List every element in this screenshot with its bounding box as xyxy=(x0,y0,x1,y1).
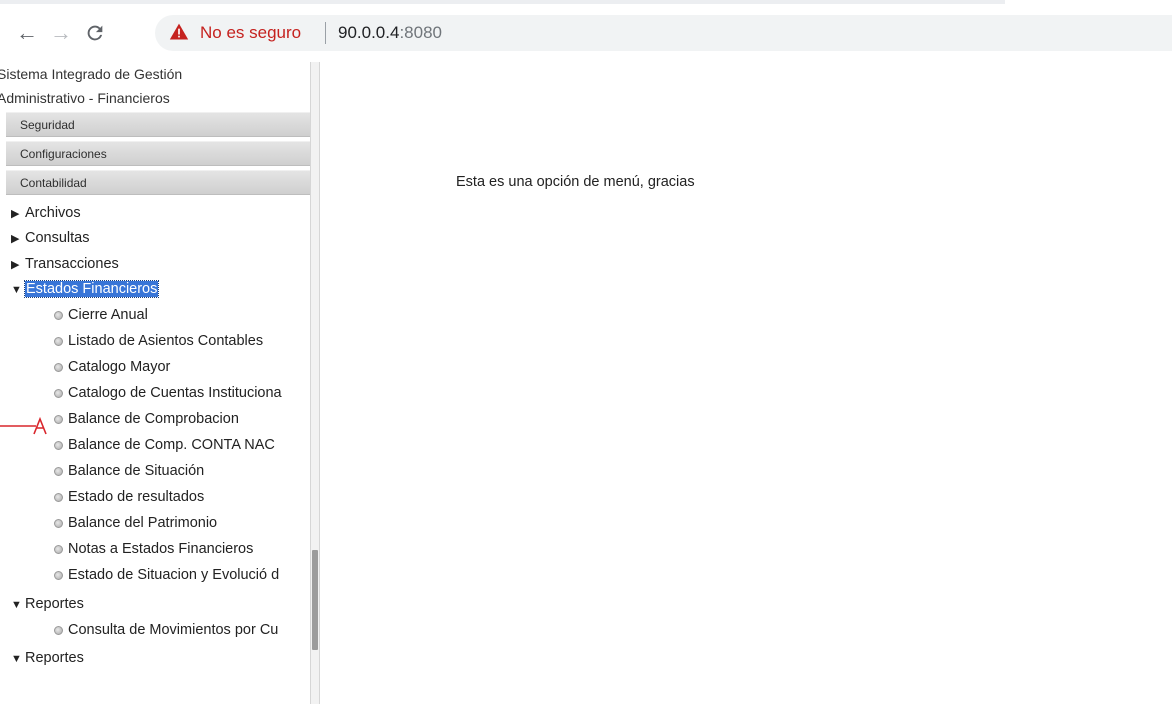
tree-leaf-label: Consulta de Movimientos por Cu xyxy=(68,622,279,638)
bullet-icon xyxy=(54,389,63,398)
url-text[interactable]: 90.0.0.4:8080 xyxy=(338,22,442,44)
warning-icon[interactable] xyxy=(169,22,189,42)
tree-node-reportes-2[interactable]: ▼ Reportes xyxy=(11,648,84,669)
menu-frame: Sistema Integrado de Gestión Administrat… xyxy=(0,62,310,704)
url-port: :8080 xyxy=(399,23,442,42)
tree-leaf-balance-patrimonio[interactable]: Balance del Patrimonio xyxy=(54,513,217,533)
collapsed-triangle-icon: ▶ xyxy=(11,208,20,220)
tree-leaf-label: Balance del Patrimonio xyxy=(68,515,218,531)
section-seguridad[interactable]: Seguridad xyxy=(6,112,310,137)
collapsed-triangle-icon: ▶ xyxy=(11,233,20,245)
scrollbar-thumb[interactable] xyxy=(312,550,318,650)
tree-leaf-label: Catalogo de Cuentas Instituciona xyxy=(68,385,282,401)
menu-scrollbar[interactable] xyxy=(310,62,320,704)
section-contabilidad[interactable]: Contabilidad xyxy=(6,170,310,195)
bullet-icon xyxy=(54,571,63,580)
red-annotation-arrow xyxy=(0,417,47,435)
forward-arrow-icon[interactable]: → xyxy=(49,20,73,46)
bullet-icon xyxy=(54,311,63,320)
reload-icon[interactable] xyxy=(84,20,108,44)
tree-leaf-label: Estado de Situacion y Evolució d xyxy=(68,567,280,583)
bullet-icon xyxy=(54,493,63,502)
tree-leaf-estado-resultados[interactable]: Estado de resultados xyxy=(54,487,204,507)
tree-leaf-label: Catalogo Mayor xyxy=(68,359,171,375)
tree-leaf-consulta-movimientos[interactable]: Consulta de Movimientos por Cu xyxy=(54,620,278,640)
tree-leaf-cierre-anual[interactable]: Cierre Anual xyxy=(54,305,148,325)
bullet-icon xyxy=(54,626,63,635)
bullet-icon xyxy=(54,519,63,528)
bullet-icon xyxy=(54,337,63,346)
tree-leaf-label: Notas a Estados Financieros xyxy=(68,541,254,557)
tree-leaf-listado-asientos[interactable]: Listado de Asientos Contables xyxy=(54,331,263,351)
expanded-triangle-icon: ▼ xyxy=(11,284,22,296)
expanded-triangle-icon: ▼ xyxy=(11,653,22,665)
bullet-icon xyxy=(54,467,63,476)
tree-leaf-catalogo-cuentas[interactable]: Catalogo de Cuentas Instituciona xyxy=(54,383,282,403)
tree-node-estados-financieros[interactable]: ▼ Estados Financieros xyxy=(11,279,160,300)
bullet-icon xyxy=(54,415,63,424)
content-message: Esta es una opción de menú, gracias xyxy=(456,174,695,190)
tree-node-label: Reportes xyxy=(25,596,84,612)
tree-node-consultas[interactable]: ▶ Consultas xyxy=(11,228,89,249)
app-title-line2: Administrativo - Financieros xyxy=(0,90,170,106)
bullet-icon xyxy=(54,441,63,450)
tree-node-label: Transacciones xyxy=(25,256,119,272)
bullet-icon xyxy=(54,363,63,372)
bullet-icon xyxy=(54,545,63,554)
tree-leaf-label: Balance de Comp. CONTA NAC xyxy=(68,437,275,453)
tree-node-transacciones[interactable]: ▶ Transacciones xyxy=(11,254,119,275)
tree-leaf-balance-situacion[interactable]: Balance de Situación xyxy=(54,461,204,481)
collapsed-triangle-icon: ▶ xyxy=(11,259,20,271)
tree-node-label-selected: Estados Financieros xyxy=(23,280,160,298)
tree-leaf-label: Balance de Situación xyxy=(68,463,205,479)
tree-node-archivos[interactable]: ▶ Archivos xyxy=(11,203,81,224)
tree-leaf-label: Listado de Asientos Contables xyxy=(68,333,264,349)
tree-leaf-label: Estado de resultados xyxy=(68,489,205,505)
tree-node-reportes[interactable]: ▼ Reportes xyxy=(11,594,84,615)
app-title-line1: Sistema Integrado de Gestión xyxy=(0,66,183,82)
app-title: Sistema Integrado de Gestión Administrat… xyxy=(0,62,302,110)
tab-strip-edge xyxy=(0,0,1005,4)
tree-leaf-estado-situacion-evolucion[interactable]: Estado de Situacion y Evolució d xyxy=(54,565,279,585)
back-arrow-icon[interactable]: ← xyxy=(15,20,39,46)
tree-leaf-label: Cierre Anual xyxy=(68,307,148,323)
content-frame: Esta es una opción de menú, gracias xyxy=(320,62,1172,704)
tree-node-label: Consultas xyxy=(25,230,90,246)
tree-leaf-notas-estados[interactable]: Notas a Estados Financieros xyxy=(54,539,253,559)
not-secure-label[interactable]: No es seguro xyxy=(200,22,301,44)
url-separator xyxy=(325,22,326,44)
tree-node-label: Archivos xyxy=(25,205,81,221)
expanded-triangle-icon: ▼ xyxy=(11,599,22,611)
tree-leaf-balance-comprobacion[interactable]: Balance de Comprobacion xyxy=(54,409,239,429)
section-configuraciones[interactable]: Configuraciones xyxy=(6,141,310,166)
tree-leaf-catalogo-mayor[interactable]: Catalogo Mayor xyxy=(54,357,170,377)
url-host: 90.0.0.4 xyxy=(338,23,400,42)
tree-leaf-balance-comp-conta-nac[interactable]: Balance de Comp. CONTA NAC xyxy=(54,435,275,455)
tree-node-label: Reportes xyxy=(25,650,84,666)
address-bar[interactable]: No es seguro 90.0.0.4:8080 xyxy=(155,15,1172,51)
tree-leaf-label: Balance de Comprobacion xyxy=(68,411,239,427)
browser-toolbar: ← → No es seguro 90.0.0.4:8080 xyxy=(0,0,1172,62)
